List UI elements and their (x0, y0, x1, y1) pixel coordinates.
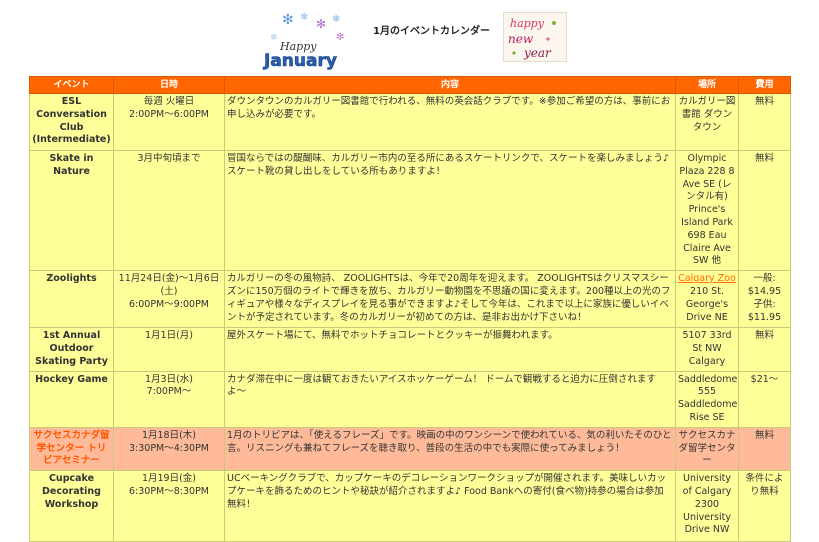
svg-text:❄: ❄ (332, 14, 340, 25)
event-date: 1月18日(木) 3:30PM〜4:30PM (113, 426, 225, 472)
event-desc: 冒国ならではの醍醐味、カルガリー市内の至る所にあるスケートリンクで、スケートを楽… (224, 149, 676, 272)
svg-text:✻: ✻ (282, 12, 294, 28)
event-place: サクセスカナダ留学センター (675, 426, 739, 472)
table-row: Skate in Nature 3月中旬頃まで 冒国ならではの醍醐味、カルガリー… (29, 149, 791, 272)
svg-text:new: new (508, 32, 534, 46)
event-desc: カナダ滞在中に一度は観ておきたいアイスホッケーゲーム！ ドームで観戦すると迫力に… (224, 370, 676, 428)
table-row: Zoolights 11月24日(金)〜1月6日(土) 6:00PM〜9:00P… (29, 270, 791, 329)
event-place: University of Calgary 2300 University Dr… (675, 470, 739, 542)
table-header-row: イベント 日時 内容 場所 費用 (29, 76, 791, 94)
header-event: イベント (29, 76, 114, 94)
event-calendar-table: イベント 日時 内容 場所 費用 ESL Conversation Club (… (29, 76, 791, 542)
event-desc: 屋外スケート場にて、無料でホットチョコレートとクッキーが振舞われます。 (224, 327, 676, 372)
event-date: 毎週 火曜日 2:00PM〜6:00PM (113, 93, 225, 151)
svg-text:January: January (263, 51, 337, 71)
event-fee: 無料 (738, 149, 791, 272)
event-desc: 1月のトリビアは、「使えるフレーズ」です。映画の中のワンシーンで使われている、気… (224, 426, 676, 472)
event-name: Hockey Game (29, 370, 114, 428)
table-row: 1st Annual Outdoor Skating Party 1月1日(月)… (29, 327, 791, 372)
svg-text:year: year (523, 46, 552, 60)
svg-text:happy: happy (510, 17, 545, 30)
header-fee: 費用 (738, 76, 791, 94)
page-header: ✻ ❄ ✻ ❄ ✻ ❄ Happy January 1月のイベントカレンダー h… (0, 0, 819, 76)
header-date: 日時 (113, 76, 225, 94)
event-date: 3月中旬頃まで (113, 149, 225, 272)
event-name: Skate in Nature (29, 149, 114, 272)
calgary-zoo-link[interactable]: Calgary Zoo (678, 273, 736, 284)
event-place: Saddledome 555 Saddledome Rise SE (675, 370, 739, 428)
event-name: ESL Conversation Club (Intermediate) (29, 93, 114, 151)
event-fee: 無料 (738, 327, 791, 372)
header-place: 場所 (675, 76, 739, 94)
event-fee: 条件により無料 (738, 470, 791, 542)
event-place: カルガリー図書館 ダウンタウン (675, 93, 739, 151)
table-row: サクセスカナダ留学センター トリビアセミナー 1月18日(木) 3:30PM〜4… (29, 426, 791, 472)
event-desc: ダウンタウンのカルガリー図書館で行われる、無料の英会話クラブです。※参加ご希望の… (224, 93, 676, 151)
svg-text:❄: ❄ (270, 33, 278, 43)
event-place: Calgary Zoo 210 St. George's Drive NE (675, 270, 739, 329)
table-row: Cupcake Decorating Workshop 1月19日(金) 6:3… (29, 470, 791, 542)
event-date: 1月19日(金) 6:30PM〜8:30PM (113, 470, 225, 542)
event-date: 1月1日(月) (113, 327, 225, 372)
event-place: 5107 33rd St NW Calgary (675, 327, 739, 372)
event-name: 1st Annual Outdoor Skating Party (29, 327, 114, 372)
happy-new-year-logo: happy new year (503, 12, 567, 62)
event-place: Olympic Plaza 228 8 Ave SE (レンタル有) Princ… (675, 149, 739, 272)
event-name: Cupcake Decorating Workshop (29, 470, 114, 542)
svg-text:✻: ✻ (336, 32, 344, 43)
table-row: Hockey Game 1月3日(水) 7:00PM〜 カナダ滞在中に一度は観て… (29, 370, 791, 428)
event-fee: 無料 (738, 93, 791, 151)
event-name: サクセスカナダ留学センター トリビアセミナー (29, 426, 114, 472)
event-name: Zoolights (29, 270, 114, 329)
happy-january-logo: ✻ ❄ ✻ ❄ ✻ ❄ Happy January (263, 12, 345, 71)
event-fee: 一般: $14.95 子供: $11.95 (738, 270, 791, 329)
event-desc: カルガリーの冬の風物詩、 ZOOLIGHTSは、今年で20周年を迎えます。 ZO… (224, 270, 676, 329)
svg-text:❄: ❄ (300, 12, 308, 23)
event-fee: 無料 (738, 426, 791, 472)
header-desc: 内容 (224, 76, 676, 94)
event-desc: UCベーキングクラブで、カップケーキのデコレーションワークショップが開催されます… (224, 470, 676, 542)
event-date: 11月24日(金)〜1月6日(土) 6:00PM〜9:00PM (113, 270, 225, 329)
svg-text:✻: ✻ (316, 17, 326, 31)
event-fee: $21〜 (738, 370, 791, 428)
event-place-address: 210 St. George's Drive NE (685, 285, 729, 323)
page-title: 1月のイベントカレンダー (373, 26, 490, 37)
table-row: ESL Conversation Club (Intermediate) 毎週 … (29, 93, 791, 151)
event-date: 1月3日(水) 7:00PM〜 (113, 370, 225, 428)
